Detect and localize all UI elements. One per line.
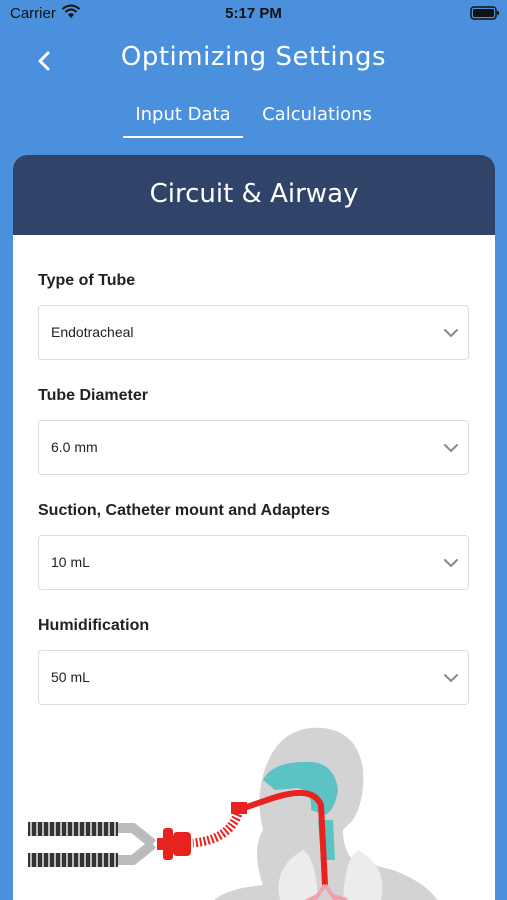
circuit-airway-card: Circuit & Airway Type of Tube Endotrache… — [13, 155, 495, 900]
battery-icon — [470, 6, 499, 20]
tab-bar: Input Data Calculations — [0, 98, 507, 138]
tube-diameter-value: 6.0 mm — [51, 439, 98, 455]
type-of-tube-value: Endotracheal — [51, 324, 134, 340]
suction-adapters-label: Suction, Catheter mount and Adapters — [38, 502, 330, 519]
humidification-value: 50 mL — [51, 669, 90, 685]
suction-adapters-select[interactable]: 10 mL — [38, 535, 469, 590]
status-bar: Carrier 5:17 PM — [0, 0, 507, 28]
page-title: Optimizing Settings — [120, 42, 387, 72]
type-of-tube-select[interactable]: Endotracheal — [38, 305, 469, 360]
card-title: Circuit & Airway — [13, 155, 495, 235]
humidification-label: Humidification — [38, 617, 150, 634]
tube-diameter-select[interactable]: 6.0 mm — [38, 420, 469, 475]
status-time: 5:17 PM — [225, 5, 282, 22]
chevron-down-icon — [444, 559, 458, 568]
chevron-down-icon — [444, 674, 458, 683]
chevron-down-icon — [444, 329, 458, 338]
suction-adapters-value: 10 mL — [51, 554, 90, 570]
chevron-down-icon — [444, 444, 458, 453]
tab-calculations[interactable]: Calculations — [254, 104, 380, 138]
type-of-tube-label: Type of Tube — [38, 272, 136, 289]
tab-input-data[interactable]: Input Data — [123, 104, 243, 138]
airway-circuit-illustration — [28, 727, 438, 900]
nav-header: Optimizing Settings — [0, 28, 507, 98]
humidification-select[interactable]: 50 mL — [38, 650, 469, 705]
tube-diameter-label: Tube Diameter — [38, 387, 148, 404]
